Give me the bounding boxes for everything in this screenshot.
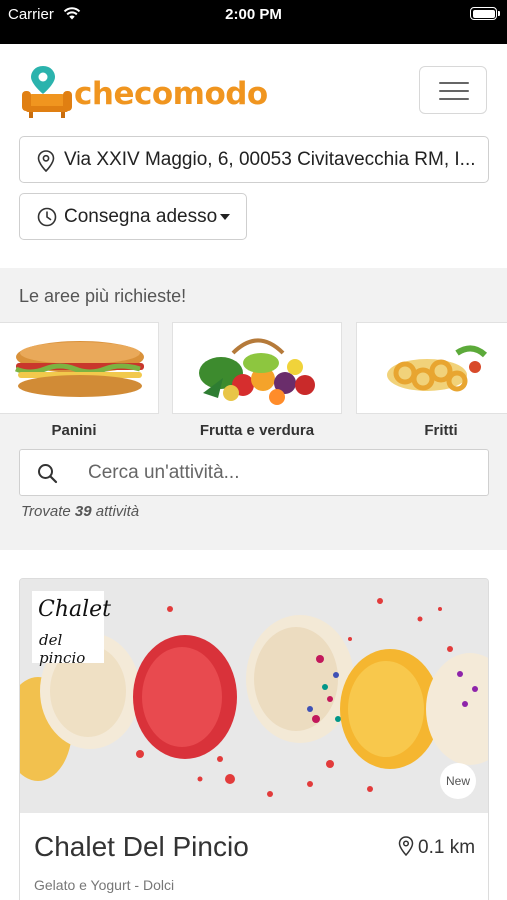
category-card-panini[interactable]: Panini bbox=[0, 322, 159, 439]
clock-icon bbox=[37, 207, 57, 227]
results-count-text: Trovate 39 attività bbox=[21, 503, 139, 520]
delivery-address-field[interactable]: Via XXIV Maggio, 6, 00053 Civitavecchia … bbox=[19, 136, 489, 183]
delivery-time-dropdown[interactable]: Consegna adesso bbox=[19, 193, 247, 240]
hamburger-line bbox=[439, 98, 469, 100]
app-header: checomodo Via XXIV Maggio, 6, 00053 Civi… bbox=[0, 44, 507, 268]
listing-name: Chalet Del Pincio bbox=[34, 831, 249, 862]
clock-time: 2:00 PM bbox=[225, 6, 282, 23]
sofa-pin-logo-icon bbox=[22, 66, 72, 118]
results-prefix: Trovate bbox=[21, 503, 71, 520]
category-card-fritti[interactable]: Fritti bbox=[356, 322, 507, 439]
category-label: Frutta e verdura bbox=[199, 422, 315, 439]
logo-wordmark: checomodo bbox=[74, 76, 268, 112]
search-icon bbox=[38, 464, 58, 484]
app-logo[interactable]: checomodo bbox=[22, 64, 268, 120]
section-title: Le aree più richieste! bbox=[19, 286, 187, 306]
brand-logo-line1: Chalet bbox=[38, 597, 112, 622]
hamburger-menu-button[interactable] bbox=[419, 66, 487, 114]
delivery-address-text: Via XXIV Maggio, 6, 00053 Civitavecchia … bbox=[64, 149, 476, 170]
fried-food-image bbox=[356, 322, 507, 414]
search-input[interactable] bbox=[88, 450, 478, 495]
battery-icon bbox=[470, 7, 500, 20]
results-suffix: attività bbox=[95, 503, 140, 520]
listing-distance: 0.1 km bbox=[398, 836, 475, 859]
status-bar: Carrier 2:00 PM bbox=[0, 0, 507, 44]
category-label: Panini bbox=[51, 422, 97, 439]
hamburger-menu-icon bbox=[439, 82, 469, 84]
sandwich-image bbox=[0, 322, 159, 414]
category-card-frutta-verdura[interactable]: Frutta e verdura bbox=[172, 322, 342, 439]
delivery-time-label: Consegna adesso bbox=[64, 206, 218, 227]
brand-logo: Chalet del pincio bbox=[32, 591, 111, 667]
listing-image-macarons: Chalet del pincio New bbox=[20, 579, 488, 813]
category-label: Fritti bbox=[424, 422, 458, 439]
new-badge: New bbox=[440, 763, 476, 799]
fruits-vegetables-image bbox=[172, 322, 342, 414]
location-pin-icon bbox=[398, 836, 414, 857]
location-pin-icon bbox=[37, 150, 55, 172]
listing-categories: Gelato e Yogurt - Dolci bbox=[34, 877, 175, 893]
results-count: 39 bbox=[74, 503, 92, 520]
hamburger-line bbox=[439, 90, 469, 92]
chevron-down-icon bbox=[220, 214, 230, 220]
brand-logo-line2: del pincio bbox=[39, 631, 86, 667]
popular-areas-section: Le aree più richieste! Panini Frutta e v… bbox=[0, 268, 507, 550]
search-bar[interactable] bbox=[19, 449, 489, 496]
listing-card[interactable]: Chalet del pincio New Chalet Del Pincio … bbox=[19, 578, 489, 900]
distance-value: 0.1 km bbox=[418, 837, 476, 858]
